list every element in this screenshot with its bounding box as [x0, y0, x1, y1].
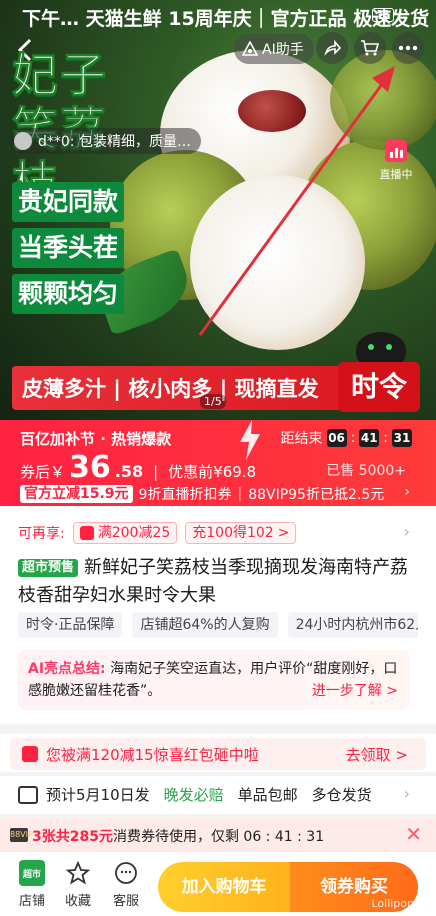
promo-strip: 您被满120减15惊喜红包砸中啦 去领取 >	[0, 734, 436, 772]
price-divider: |	[153, 463, 159, 481]
product-info-card: 可再享: 满200减25 充100得102 > › 超市预售 新鲜妃子笑荔枝当季现…	[0, 506, 436, 724]
coupon-row[interactable]: 可再享: 满200减25 充100得102 >	[18, 522, 297, 544]
shipping-items: 预计5月10日发 晚发必赔 单品包邮 多仓发货	[46, 784, 372, 805]
star-icon	[65, 860, 91, 886]
price-decimal: .58	[114, 462, 144, 481]
bottom-action-bar: 超市 店铺 收藏 客服 加入购物车 领券购买 Lollipop66	[0, 852, 436, 916]
service-button[interactable]: 客服	[106, 860, 146, 909]
red-packet-text: 您被满120减15惊喜红包砸中啦	[46, 746, 259, 764]
discount-row[interactable]: 官方立减15.9元 9折直播折扣券 | 88VIP95折已抵2.5元	[20, 484, 384, 504]
vip-badge: 88VIP	[10, 828, 33, 842]
countdown-minutes: 41	[359, 429, 380, 447]
watermark-text: Lollipop66	[371, 897, 428, 910]
add-to-cart-button[interactable]: 加入购物车	[158, 862, 290, 912]
price-label: 券后￥	[20, 463, 66, 481]
ship-date: 预计5月10日发	[46, 786, 150, 804]
close-icon[interactable]: ✕	[405, 822, 422, 846]
coupon-2-arrow: >	[277, 525, 290, 541]
slogan-tag: 时令	[338, 362, 420, 412]
tag-1: 时令·正品保障	[18, 612, 123, 638]
price-integer: 36	[69, 450, 111, 485]
product-hero-image[interactable]: 下午… 天猫生鲜 15周年庆｜官方正品 极速发货 58 AI助手 妃子笑荔枝 d…	[0, 0, 436, 420]
tag-3: 24小时内杭州市62人	[287, 612, 418, 638]
late-compensation: 晚发必赔	[163, 786, 224, 804]
ai-summary-label: AI亮点总结:	[28, 661, 106, 677]
coupon-chip-2[interactable]: 充100得102 >	[185, 522, 297, 544]
free-shipping: 单品包邮	[237, 786, 298, 804]
countdown-label: 距结束	[280, 431, 323, 447]
service-label: 客服	[112, 894, 139, 909]
favorite-label: 收藏	[64, 894, 91, 909]
countdown-hours: 06	[326, 429, 347, 447]
discount-2: 88VIP95折已抵2.5元	[248, 487, 385, 503]
favorite-button[interactable]: 收藏	[58, 860, 98, 909]
price-line: 券后￥ 36 .58 | 优惠前¥69.8	[20, 450, 256, 485]
coupon-chevron-icon[interactable]: ›	[404, 522, 410, 541]
original-price: 优惠前¥69.8	[168, 463, 257, 481]
discount-chevron-icon: ›	[404, 484, 410, 500]
lightning-icon	[240, 420, 260, 460]
voucher-text: 消费券待使用，仅剩 06 : 41 : 31	[112, 829, 325, 845]
service-icon	[113, 860, 139, 886]
coupon-chip-1[interactable]: 满200减25	[72, 522, 178, 544]
store-button[interactable]: 超市 店铺	[12, 860, 52, 909]
red-packet-icon	[22, 746, 38, 762]
coupon-2-text: 充100得102	[192, 525, 274, 541]
voucher-reminder[interactable]: 88VIP 3张共285元消费券待使用，仅剩 06 : 41 : 31 ✕	[0, 818, 436, 852]
ai-more-link[interactable]: 进一步了解 >	[312, 680, 398, 702]
countdown-seconds: 31	[392, 429, 412, 447]
coupon-1-text: 满200减25	[97, 525, 171, 541]
slogan-text: 皮薄多汁 | 核小肉多 | 现摘直发	[22, 377, 319, 401]
red-packet-banner[interactable]: 您被满120减15惊喜红包砸中啦 去领取 >	[10, 738, 426, 770]
product-page: 下午… 天猫生鲜 15周年庆｜官方正品 极速发货 58 AI助手 妃子笑荔枝 d…	[0, 0, 436, 916]
truck-icon	[18, 786, 38, 804]
store-icon: 超市	[19, 860, 45, 886]
presale-tag: 超市预售	[18, 559, 79, 577]
claim-link[interactable]: 去领取 >	[346, 744, 408, 765]
price-band[interactable]: 百亿加补节 · 热销爆款 距结束 06 : 41 : 31 券后￥ 36 .58…	[0, 420, 436, 506]
gift-icon	[79, 526, 94, 540]
discount-separator: |	[237, 486, 243, 502]
tag-2: 店铺超64%的人复购	[132, 612, 278, 638]
voucher-highlight: 3张共285元	[32, 829, 113, 845]
shipping-chevron-icon: ›	[403, 784, 410, 803]
official-discount-tag: 官方立减15.9元	[20, 485, 133, 503]
discount-1: 9折直播折扣券	[138, 487, 232, 503]
image-pager: 1/5	[200, 394, 226, 409]
countdown: 距结束 06 : 41 : 31	[280, 429, 412, 447]
event-label: 百亿加补节 · 热销爆款	[20, 430, 172, 448]
voucher-text-wrap: 3张共285元消费券待使用，仅剩 06 : 41 : 31	[32, 826, 324, 846]
product-tags[interactable]: 时令·正品保障 店铺超64%的人复购 24小时内杭州市62人	[18, 612, 418, 638]
store-label: 店铺	[18, 894, 45, 909]
shipping-row[interactable]: 预计5月10日发 晚发必赔 单品包邮 多仓发货 ›	[0, 776, 436, 814]
product-title: 超市预售 新鲜妃子笑荔枝当季现摘现发海南特产荔枝香甜孕妇水果时令大果	[18, 554, 418, 610]
coupon-lead: 可再享:	[18, 526, 65, 542]
ai-summary-box[interactable]: AI亮点总结: 海南妃子笑空运直达，用户评价“甜度刚好，口感脆嫩还留桂花香”。 …	[18, 650, 410, 710]
multi-warehouse: 多仓发货	[311, 786, 372, 804]
sold-count: 已售 5000+	[326, 463, 406, 479]
